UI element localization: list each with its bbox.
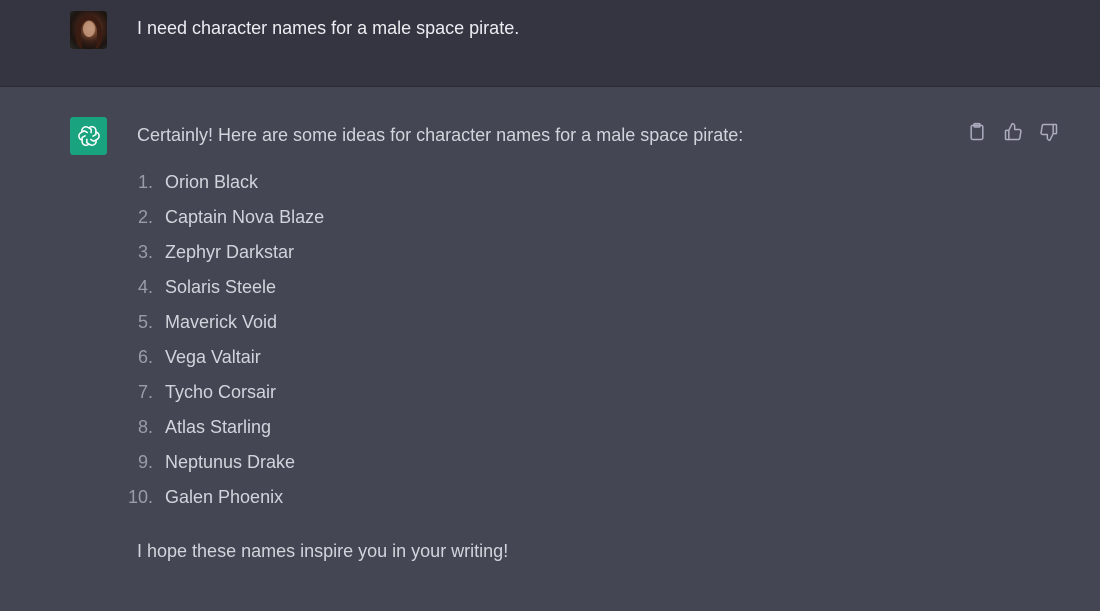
list-item: 1. Orion Black (137, 170, 743, 205)
list-item: 4. Solaris Steele (137, 275, 743, 310)
message-actions (966, 121, 1060, 143)
list-number: 1. (137, 172, 153, 192)
assistant-message-row: Certainly! Here are some ideas for chara… (0, 87, 1100, 611)
list-item: 5. Maverick Void (137, 310, 743, 345)
list-item: 2. Captain Nova Blaze (137, 205, 743, 240)
avatar-face-shape (83, 21, 95, 37)
openai-logo-icon (70, 117, 107, 155)
user-avatar (70, 11, 107, 49)
list-number: 4. (137, 277, 153, 297)
list-item-name: Captain Nova Blaze (165, 207, 325, 227)
list-item-name: Vega Valtair (165, 347, 261, 367)
list-item-name: Zephyr Darkstar (165, 242, 295, 262)
list-item: 7. Tycho Corsair (137, 380, 743, 415)
list-item: 6. Vega Valtair (137, 345, 743, 380)
user-message-text: I need character names for a male space … (137, 18, 520, 38)
assistant-intro-text: Certainly! Here are some ideas for chara… (137, 125, 744, 145)
user-message-row: I need character names for a male space … (0, 0, 1100, 87)
list-number: 5. (137, 312, 153, 332)
thumbs-up-icon (1004, 122, 1022, 141)
list-number: 2. (137, 207, 153, 227)
thumbs-down-button[interactable] (1038, 121, 1060, 143)
list-number: 6. (137, 347, 153, 367)
list-item-name: Neptunus Drake (165, 452, 296, 472)
list-item-name: Atlas Starling (165, 417, 272, 437)
list-item: 10. Galen Phoenix (128, 485, 743, 520)
assistant-message-content: Certainly! Here are some ideas for chara… (128, 123, 744, 563)
list-item: 8. Atlas Starling (137, 415, 743, 450)
clipboard-icon (970, 122, 984, 141)
thumbs-up-button[interactable] (1002, 121, 1024, 143)
list-item-name: Solaris Steele (165, 277, 277, 297)
thumbs-down-icon (1040, 123, 1058, 142)
names-list: 1. Orion Black 2. Captain Nova Blaze 3. Zep… (128, 170, 743, 520)
list-item: 3. Zephyr Darkstar (137, 240, 743, 275)
list-number: 8. (137, 417, 153, 437)
list-item-name: Tycho Corsair (165, 382, 277, 402)
list-number: 9. (137, 452, 153, 472)
list-item-name: Orion Black (165, 172, 259, 192)
list-number: 7. (137, 382, 153, 402)
list-item-name: Galen Phoenix (165, 487, 284, 507)
list-item-name: Maverick Void (165, 312, 278, 332)
list-number: 10. (127, 487, 153, 507)
list-item: 9. Neptunus Drake (137, 450, 743, 485)
copy-button[interactable] (966, 121, 988, 143)
list-number: 3. (137, 242, 153, 262)
assistant-closing-text: I hope these names inspire you in your w… (137, 541, 509, 561)
